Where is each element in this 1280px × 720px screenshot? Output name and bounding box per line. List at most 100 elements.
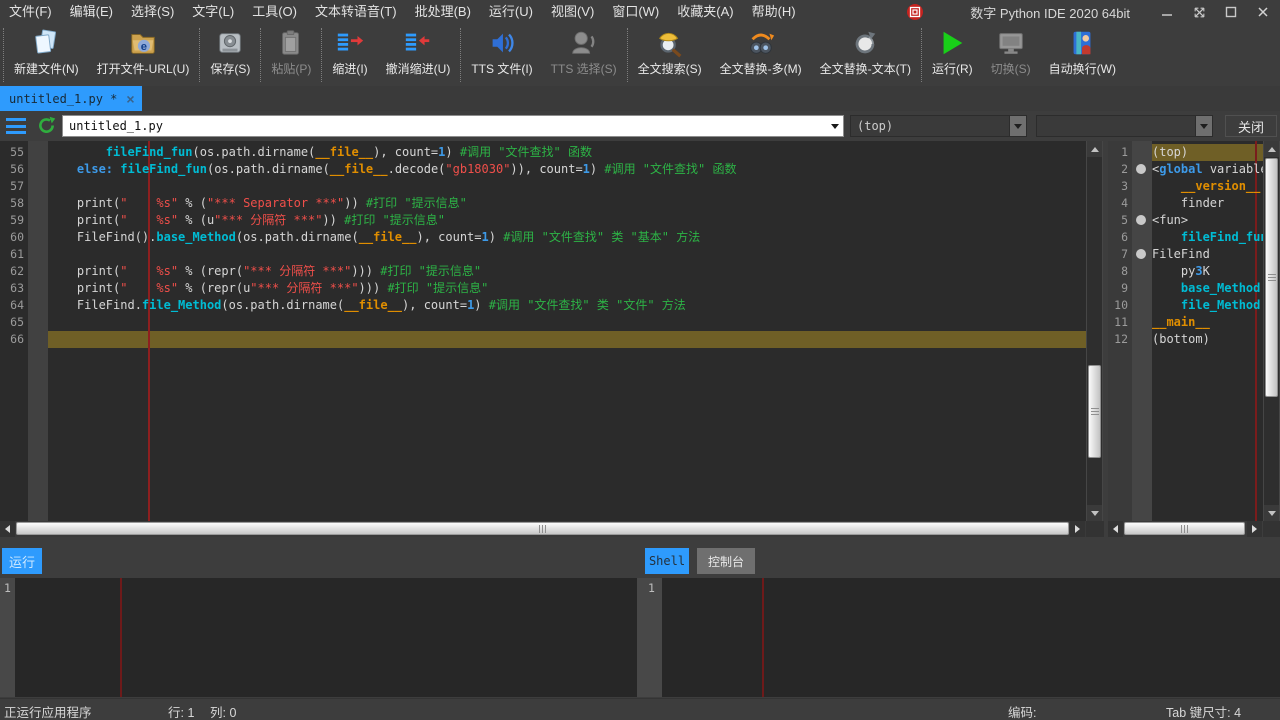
menu-item-7[interactable]: 批处理(B) <box>406 4 480 19</box>
scrollbar-thumb[interactable] <box>16 522 1069 535</box>
toolbar-unindent-button[interactable]: 撤消缩进(U) <box>377 24 460 77</box>
scroll-left-arrow[interactable] <box>1108 521 1123 537</box>
shell-output-panel[interactable] <box>15 578 637 697</box>
toolbar-indent-button[interactable]: 缩进(I) <box>323 24 376 77</box>
menu-item-11[interactable]: 收藏夹(A) <box>668 4 742 19</box>
toolbar-search-fulltext-button[interactable]: 全文搜索(S) <box>629 24 711 77</box>
fold-bullet-icon[interactable] <box>1136 164 1146 174</box>
minimize-button[interactable] <box>1156 3 1178 21</box>
scrollbar-thumb[interactable] <box>1265 158 1278 397</box>
editor-vertical-scrollbar[interactable] <box>1086 141 1103 521</box>
fullscreen-button[interactable] <box>1188 3 1210 21</box>
menu-item-9[interactable]: 视图(V) <box>542 4 603 19</box>
menu-item-10[interactable]: 窗口(W) <box>603 4 668 19</box>
menu-item-1[interactable]: 文件(F) <box>0 4 61 19</box>
structure-row-3[interactable]: __version__ <box>1152 178 1263 195</box>
maximize-button[interactable] <box>1220 3 1242 21</box>
structure-row-6[interactable]: fileFind_fun <box>1152 229 1263 246</box>
close-file-button[interactable]: 关闭 <box>1225 115 1277 137</box>
structure-row-8[interactable]: py3K <box>1152 263 1263 280</box>
structure-row-10[interactable]: file_Method <box>1152 297 1263 314</box>
scroll-right-arrow[interactable] <box>1247 521 1262 537</box>
indent-icon <box>334 27 366 59</box>
menu-item-12[interactable]: 帮助(H) <box>743 4 805 19</box>
toolbar-replace-text-button[interactable]: 全文替换-文本(T) <box>811 24 920 77</box>
structure-row-12[interactable]: (bottom) <box>1152 331 1263 348</box>
toolbar-save-button[interactable]: 保存(S) <box>201 24 259 77</box>
structure-row-5[interactable]: <fun> <box>1152 212 1263 229</box>
code-line-63[interactable]: print(" %s" % (repr(u"*** 分隔符 ***"))) #打… <box>48 280 1086 297</box>
code-line-59[interactable]: print(" %s" % (u"*** 分隔符 ***")) #打印 "提示信… <box>48 212 1086 229</box>
line-number: 62 <box>0 263 24 280</box>
code-line-66[interactable] <box>48 331 1086 348</box>
close-button[interactable] <box>1252 3 1274 21</box>
structure-row-9[interactable]: base_Method <box>1152 280 1263 297</box>
scroll-right-arrow[interactable] <box>1070 521 1085 537</box>
toolbar-run-button[interactable]: 运行(R) <box>923 24 982 77</box>
scrollbar-thumb[interactable] <box>1124 522 1245 535</box>
menu-item-4[interactable]: 文字(L) <box>183 4 243 19</box>
toolbar-label: 全文搜索(S) <box>638 60 702 77</box>
tab-console[interactable]: 控制台 <box>697 548 755 574</box>
list-menu-icon[interactable] <box>6 118 26 134</box>
tab-untitled-1[interactable]: untitled_1.py * × <box>0 86 142 111</box>
code-line-56[interactable]: else: fileFind_fun(os.path.dirname(__fil… <box>48 161 1086 178</box>
toolbar-separator <box>321 28 322 82</box>
scroll-up-arrow[interactable] <box>1087 141 1102 157</box>
code-line-58[interactable]: print(" %s" % ("*** Separator ***")) #打印… <box>48 195 1086 212</box>
scrollbar-thumb[interactable] <box>1088 365 1101 458</box>
console-output-panel[interactable] <box>662 578 1280 697</box>
fold-bullet-icon[interactable] <box>1136 215 1146 225</box>
titlebar: 文件(F)编辑(E)选择(S)文字(L)工具(O)文本转语音(T)批处理(B)运… <box>0 0 1280 24</box>
structure-panel[interactable]: (top)<global variables> __version__ find… <box>1152 141 1263 521</box>
run-icon <box>936 27 968 59</box>
console-output-gutter: 1 <box>637 578 662 697</box>
toolbar-word-wrap-button[interactable]: 自动换行(W) <box>1040 24 1125 77</box>
toolbar-open-file-url-button[interactable]: e打开文件-URL(U) <box>88 24 199 77</box>
menu-item-6[interactable]: 文本转语音(T) <box>306 4 406 19</box>
file-combobox[interactable]: untitled_1.py <box>62 115 844 137</box>
tab-shell[interactable]: Shell <box>645 548 689 574</box>
structure-line-number: 6 <box>1108 229 1128 246</box>
editor-horizontal-scrollbar[interactable] <box>0 521 1086 537</box>
structure-row-7[interactable]: FileFind <box>1152 246 1263 263</box>
code-line-61[interactable] <box>48 246 1086 263</box>
fold-bullet-icon[interactable] <box>1136 249 1146 259</box>
code-line-57[interactable] <box>48 178 1086 195</box>
structure-row-4[interactable]: finder <box>1152 195 1263 212</box>
structure-line-number-gutter: 123456789101112 <box>1108 141 1132 521</box>
open-file-url-icon: e <box>127 27 159 59</box>
code-line-62[interactable]: print(" %s" % (repr("*** 分隔符 ***"))) #打印… <box>48 263 1086 280</box>
menu-item-8[interactable]: 运行(U) <box>480 4 542 19</box>
structure-row-11[interactable]: __main__ <box>1152 314 1263 331</box>
toolbar-new-file-button[interactable]: 新建文件(N) <box>5 24 88 77</box>
nav-combobox-2[interactable] <box>1036 115 1213 137</box>
menu-item-2[interactable]: 编辑(E) <box>61 4 122 19</box>
menu-item-5[interactable]: 工具(O) <box>243 4 306 19</box>
scroll-down-arrow[interactable] <box>1264 505 1279 521</box>
code-line-65[interactable] <box>48 314 1086 331</box>
run-button[interactable]: 运行 <box>2 548 42 574</box>
chevron-down-icon[interactable] <box>1195 116 1212 136</box>
chevron-down-icon[interactable] <box>827 124 843 129</box>
chevron-down-icon[interactable] <box>1009 116 1026 136</box>
code-line-64[interactable]: FileFind.file_Method(os.path.dirname(__f… <box>48 297 1086 314</box>
code-editor[interactable]: fileFind_fun(os.path.dirname(__file__), … <box>48 141 1086 521</box>
scroll-down-arrow[interactable] <box>1087 505 1102 521</box>
code-line-55[interactable]: fileFind_fun(os.path.dirname(__file__), … <box>48 144 1086 161</box>
tab-close-icon[interactable]: × <box>126 92 134 106</box>
status-encoding: 编码: <box>1008 702 1036 720</box>
nav-combobox-top[interactable]: (top) <box>850 115 1027 137</box>
scroll-up-arrow[interactable] <box>1264 141 1279 157</box>
scroll-left-arrow[interactable] <box>0 521 15 537</box>
toolbar-tts-file-button[interactable]: TTS 文件(I) <box>462 24 541 77</box>
line-number: 57 <box>0 178 24 195</box>
menu-item-3[interactable]: 选择(S) <box>122 4 183 19</box>
structure-vertical-scrollbar[interactable] <box>1263 141 1280 521</box>
code-line-60[interactable]: FileFind().base_Method(os.path.dirname(_… <box>48 229 1086 246</box>
structure-horizontal-scrollbar[interactable] <box>1108 521 1262 537</box>
toolbar-replace-multi-button[interactable]: 全文替换-多(M) <box>711 24 811 77</box>
structure-row-1[interactable]: (top) <box>1152 144 1263 161</box>
reload-icon[interactable] <box>36 115 57 136</box>
structure-row-2[interactable]: <global variables> <box>1152 161 1263 178</box>
